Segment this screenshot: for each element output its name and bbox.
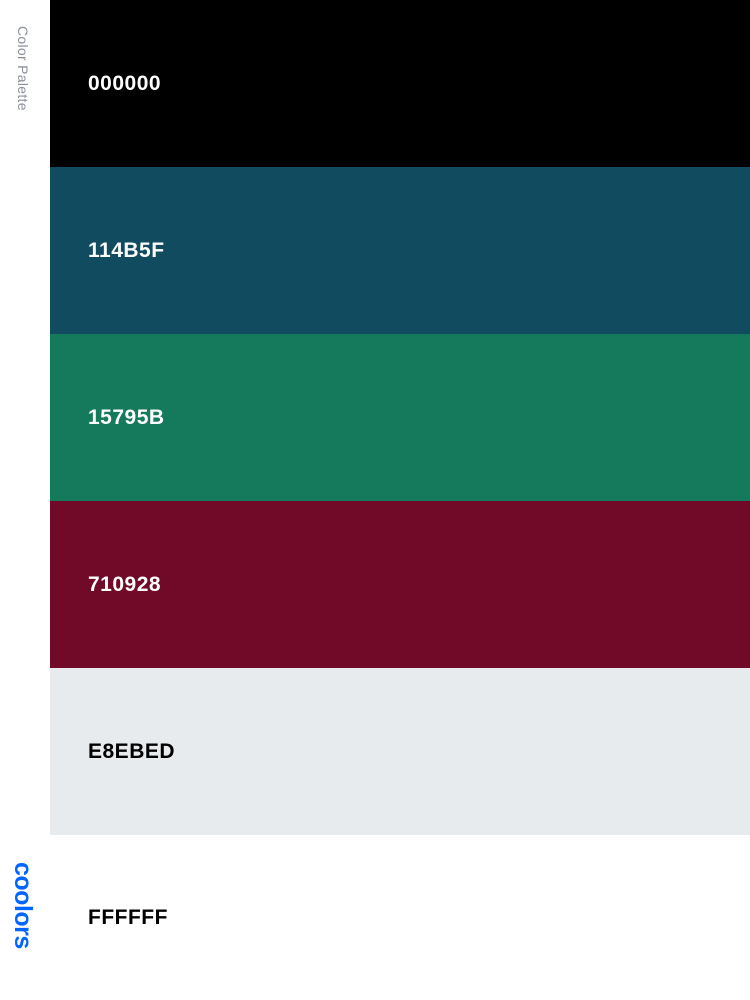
swatch-4[interactable]: 710928: [50, 501, 750, 668]
swatch-hex-label: FFFFFF: [88, 905, 168, 929]
swatch-2[interactable]: 114B5F: [50, 167, 750, 334]
swatch-hex-label: 114B5F: [88, 238, 165, 262]
swatch-6[interactable]: FFFFFF: [50, 835, 750, 1000]
swatch-hex-label: 000000: [88, 71, 162, 95]
swatch-hex-label: 15795B: [88, 405, 165, 429]
swatch-1[interactable]: 000000: [50, 0, 750, 167]
swatch-hex-label: 710928: [88, 572, 162, 596]
color-palette: 000000 114B5F 15795B 710928 E8EBED FFFFF…: [50, 0, 750, 1000]
swatch-hex-label: E8EBED: [88, 739, 176, 763]
coolors-logo[interactable]: coolors: [8, 862, 37, 949]
swatch-3[interactable]: 15795B: [50, 334, 750, 501]
palette-title: Color Palette: [15, 26, 31, 111]
sidebar: Color Palette coolors: [0, 0, 50, 1000]
swatch-5[interactable]: E8EBED: [50, 668, 750, 835]
